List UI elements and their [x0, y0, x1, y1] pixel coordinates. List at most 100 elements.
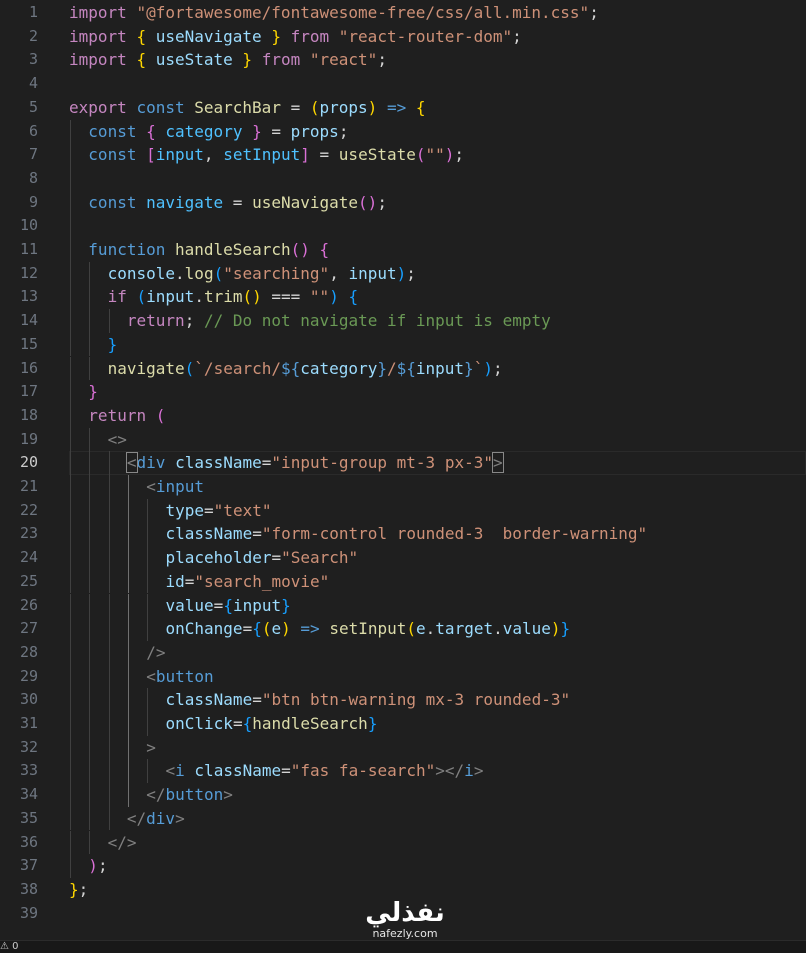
code-line[interactable]: 31 onClick={handleSearch} — [0, 712, 806, 736]
code-line[interactable]: 32 > — [0, 735, 806, 760]
line-number: 29 — [19, 666, 38, 685]
code-line[interactable]: 33 <i className="fas fa-search"></i> — [0, 759, 806, 784]
indent-guide — [127, 783, 129, 807]
code-line[interactable]: 29 <button — [0, 664, 806, 689]
code-token: > — [175, 808, 185, 828]
code-line[interactable]: 14 return; // Do not navigate if input is… — [0, 309, 806, 333]
code-line[interactable]: 37); — [0, 854, 806, 878]
code-token: const — [136, 97, 185, 117]
code-line[interactable]: 15} — [0, 332, 806, 357]
code-line[interactable]: 7 const [input, setInput] = useState(""); — [0, 143, 806, 167]
code-token: / — [386, 358, 397, 378]
indent-guide — [127, 617, 129, 641]
code-token: . — [175, 263, 185, 283]
code-token: "@fortawesome/fontawesome-free/css/all.m… — [136, 3, 590, 22]
code-token: , — [203, 145, 224, 165]
code-line[interactable]: 8 — [0, 166, 806, 191]
indent-guide — [89, 309, 91, 333]
indent-guide — [108, 712, 110, 736]
code-line[interactable]: 19 <> — [0, 427, 806, 452]
code-editor[interactable]: 1 import "@fortawesome/fontawesome-free/c… — [0, 0, 806, 940]
code-line[interactable]: 24 placeholder="Search" — [0, 546, 806, 570]
indent-guide — [70, 830, 71, 855]
indent-guide — [108, 806, 110, 831]
code-token: ) — [396, 263, 407, 283]
code-line[interactable]: 17} — [0, 380, 806, 404]
code-token: SearchBar — [194, 97, 281, 117]
code-text: <button — [146, 665, 213, 689]
line-number: 39 — [19, 903, 38, 922]
code-line[interactable]: 26 value={input} — [0, 593, 806, 618]
line-number: 2 — [28, 26, 38, 45]
code-token: ) — [367, 97, 378, 117]
code-line[interactable]: 36 </> — [0, 830, 806, 855]
line-number: 12 — [19, 263, 38, 282]
line-content: console.log("searching", input); — [69, 261, 806, 286]
code-token: handleSearch — [175, 240, 291, 259]
code-token: onChange — [165, 619, 243, 639]
code-line[interactable]: 27 onChange={(e) => setInput(e.target.val… — [0, 617, 806, 641]
code-text: className="btn btn-warning mx-3 rounded-… — [166, 688, 571, 712]
code-token: = — [184, 571, 195, 591]
line-number: 4 — [28, 74, 38, 93]
code-line[interactable]: 1 import "@fortawesome/fontawesome-free/c… — [0, 1, 806, 25]
indent-guide — [127, 498, 129, 523]
indent-guide — [108, 569, 110, 594]
line-content: <i className="fas fa-search"></i> — [69, 759, 806, 784]
code-line[interactable]: 20 <div className="input-group mt-3 px-3"… — [0, 451, 806, 475]
line-content: onChange={(e) => setInput(e.target.value… — [69, 617, 806, 641]
code-text: id="search_movie" — [166, 570, 330, 594]
code-text: <> — [108, 428, 127, 452]
code-line[interactable]: 22 type="text" — [0, 498, 806, 523]
code-line[interactable]: 12 console.log("searching", input); — [0, 261, 806, 286]
line-content: navigate(`/search/${category}/${input}`)… — [69, 356, 806, 381]
code-line[interactable]: 6 const { category } = props; — [0, 119, 806, 144]
code-line[interactable]: 34 </button> — [0, 783, 806, 807]
code-line[interactable]: 9 const navigate = useNavigate(); — [0, 190, 806, 215]
code-line[interactable]: 13 if (input.trim() === "") { — [0, 285, 806, 310]
line-number: 15 — [19, 334, 38, 353]
code-line[interactable]: 16 navigate(`/search/${category}/${input}… — [0, 356, 806, 381]
code-line[interactable]: 35 </div> — [0, 806, 806, 831]
code-line[interactable]: 10 — [0, 214, 806, 238]
line-content: const navigate = useNavigate(); — [69, 190, 806, 215]
code-line[interactable]: 18 return ( — [0, 403, 806, 428]
code-line[interactable]: 23 className="form-control rounded-3 bord… — [0, 522, 806, 547]
line-number: 26 — [19, 595, 38, 614]
code-token: trim — [203, 287, 243, 307]
code-token: useNavigate — [155, 26, 262, 46]
code-text: </> — [108, 831, 137, 855]
indent-guide — [108, 759, 110, 784]
code-token: target — [435, 619, 494, 639]
code-token: export — [69, 97, 127, 117]
code-line[interactable]: 4 — [0, 72, 806, 96]
indent-guide — [108, 617, 110, 641]
indent-guide — [147, 593, 149, 618]
code-line[interactable]: 30 className="btn btn-warning mx-3 rounde… — [0, 688, 806, 712]
code-text: <input — [146, 475, 204, 499]
indent-guide — [127, 759, 129, 784]
code-line[interactable]: 3 import { useState } from "react"; — [0, 48, 806, 72]
code-line[interactable]: 25 id="search_movie" — [0, 569, 806, 594]
code-token: ( — [136, 287, 147, 307]
indent-guide — [70, 569, 71, 594]
code-line[interactable]: 21 <input — [0, 475, 806, 499]
code-token: ) — [550, 619, 561, 639]
code-line[interactable]: 2 import { useNavigate } from "react-rout… — [0, 25, 806, 49]
code-line[interactable]: 11 function handleSearch() { — [0, 238, 806, 262]
indent-guide — [89, 712, 91, 736]
code-line[interactable]: 28 /> — [0, 640, 806, 665]
code-line[interactable]: 5 export const SearchBar = (props) => { — [0, 96, 806, 120]
line-number: 37 — [19, 856, 38, 875]
code-token: => — [300, 619, 320, 639]
indent-guide — [70, 522, 71, 547]
warning-count[interactable]: ⚠ 0 — [0, 941, 19, 953]
